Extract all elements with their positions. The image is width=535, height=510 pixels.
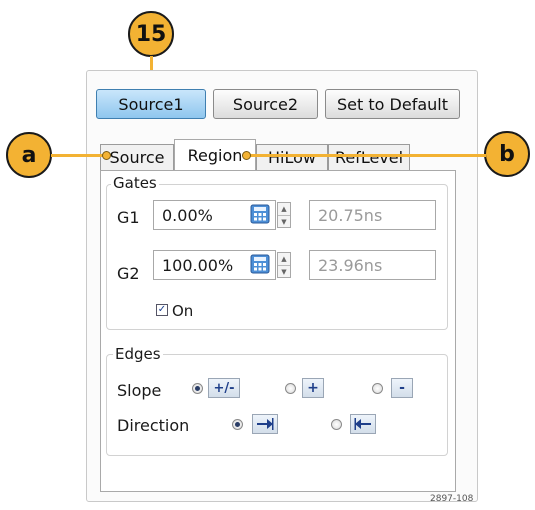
slope-both-radio[interactable] [192, 383, 203, 394]
direction-label: Direction [117, 416, 190, 435]
g1-spinner[interactable]: ▲ ▼ [277, 202, 291, 228]
spin-down-icon[interactable]: ▼ [278, 215, 290, 228]
calculator-icon[interactable] [250, 254, 270, 278]
source2-button[interactable]: Source2 [213, 89, 318, 119]
g2-time-field: 23.96ns [309, 250, 436, 280]
spin-down-icon[interactable]: ▼ [278, 265, 290, 278]
gates-title: Gates [111, 174, 159, 192]
spin-up-icon[interactable]: ▲ [278, 253, 290, 265]
g2-label: G2 [117, 264, 140, 283]
edges-group [106, 354, 448, 456]
callout-15: 15 [128, 11, 174, 57]
slope-fall-button[interactable]: - [391, 378, 413, 398]
edges-title: Edges [113, 345, 163, 363]
callout-b-dot [242, 151, 251, 160]
source1-button[interactable]: Source1 [96, 89, 206, 119]
direction-backward-radio[interactable] [331, 419, 342, 430]
direction-backward-button[interactable] [350, 414, 376, 434]
slope-rise-button[interactable]: + [302, 378, 324, 398]
calculator-icon[interactable] [250, 204, 270, 228]
arrow-right-icon [257, 418, 274, 430]
spin-up-icon[interactable]: ▲ [278, 203, 290, 215]
set-to-default-button[interactable]: Set to Default [325, 89, 460, 119]
figure-id: 2897-108 [430, 494, 474, 504]
tab-hilow[interactable]: HiLow [256, 144, 328, 170]
callout-a: a [6, 132, 52, 178]
callout-a-leader [51, 154, 106, 157]
g1-label: G1 [117, 208, 140, 227]
callout-b: b [484, 131, 530, 177]
direction-forward-radio[interactable] [232, 419, 243, 430]
callout-a-dot [102, 151, 111, 160]
slope-both-button[interactable]: +/- [208, 378, 240, 398]
arrow-left-icon [354, 418, 371, 430]
on-checkbox[interactable]: ✓ [156, 304, 168, 316]
slope-fall-radio[interactable] [372, 383, 383, 394]
slope-rise-radio[interactable] [285, 383, 296, 394]
on-label: On [172, 302, 194, 320]
tab-source[interactable]: Source [100, 144, 174, 170]
callout-b-leader [246, 154, 486, 157]
g2-spinner[interactable]: ▲ ▼ [277, 252, 291, 278]
g1-time-field: 20.75ns [309, 200, 436, 230]
direction-forward-button[interactable] [252, 414, 278, 434]
tab-reflevel[interactable]: RefLevel [328, 144, 410, 170]
slope-label: Slope [117, 381, 162, 400]
